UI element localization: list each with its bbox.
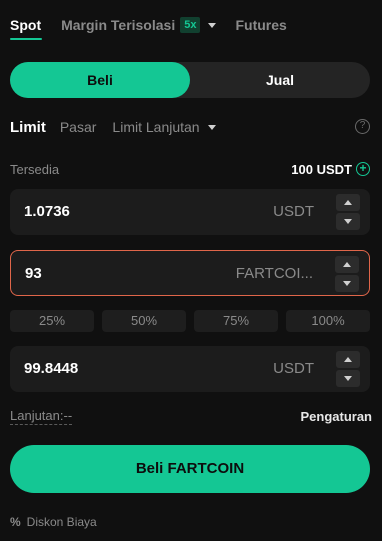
total-unit: USDT [273, 360, 314, 377]
order-type-limit[interactable]: Limit [10, 119, 46, 136]
total-decrement-button[interactable] [336, 370, 360, 387]
available-value: 100 USDT [291, 161, 352, 177]
chevron-down-icon [207, 124, 216, 130]
total-stepper [336, 351, 360, 387]
arrow-down-icon [344, 219, 352, 224]
sell-tab-button[interactable]: Jual [190, 62, 370, 98]
leverage-badge: 5x [180, 17, 201, 33]
amount-input[interactable]: 93 FARTCOI... [10, 250, 370, 296]
amount-stepper [335, 256, 359, 292]
tab-spot[interactable]: Spot [10, 17, 42, 40]
add-funds-icon[interactable]: + [356, 162, 370, 176]
price-decrement-button[interactable] [336, 213, 360, 230]
tab-futures-label: Futures [235, 17, 287, 33]
help-icon[interactable]: ? [355, 119, 370, 134]
price-stepper [336, 194, 360, 230]
buy-submit-button[interactable]: Beli FARTCOIN [10, 445, 370, 493]
order-type-market[interactable]: Pasar [60, 119, 97, 135]
price-unit: USDT [273, 203, 314, 220]
percent-icon: % [10, 515, 21, 529]
arrow-down-icon [344, 376, 352, 381]
percent-selector: 25% 50% 75% 100% [10, 310, 370, 332]
buy-sell-toggle: Beli Jual [10, 62, 370, 98]
market-tabs: Spot Margin Terisolasi 5x Futures [10, 10, 287, 40]
available-balance-row: Tersedia 100 USDT + [10, 160, 370, 178]
tab-spot-label: Spot [10, 17, 42, 33]
tab-futures[interactable]: Futures [235, 17, 286, 33]
total-input[interactable]: 99.8448 USDT [10, 346, 370, 392]
arrow-up-icon [344, 357, 352, 362]
available-balance: 100 USDT + [291, 162, 370, 177]
advanced-options-label[interactable]: Lanjutan:-- [10, 408, 73, 425]
amount-decrement-button[interactable] [335, 275, 359, 292]
amount-value[interactable]: 93 [25, 251, 42, 297]
total-value[interactable]: 99.8448 [24, 346, 78, 392]
tab-margin-isolated[interactable]: Margin Terisolasi 5x [61, 17, 217, 33]
percent-50-button[interactable]: 50% [102, 310, 186, 332]
price-value[interactable]: 1.0736 [24, 189, 70, 235]
order-type-advanced-limit[interactable]: Limit Lanjutan [112, 119, 216, 135]
amount-increment-button[interactable] [335, 256, 359, 273]
arrow-up-icon [343, 262, 351, 267]
settings-link[interactable]: Pengaturan [300, 409, 372, 424]
percent-75-button[interactable]: 75% [194, 310, 278, 332]
advanced-row: Lanjutan:-- Pengaturan [10, 406, 372, 426]
arrow-down-icon [343, 281, 351, 286]
buy-tab-button[interactable]: Beli [10, 62, 190, 98]
price-increment-button[interactable] [336, 194, 360, 211]
available-label: Tersedia [10, 161, 60, 177]
active-tab-underline [10, 38, 42, 40]
chevron-down-icon[interactable] [208, 22, 217, 28]
tab-margin-label: Margin Terisolasi [61, 17, 176, 33]
amount-unit: FARTCOI... [235, 265, 313, 282]
percent-25-button[interactable]: 25% [10, 310, 94, 332]
percent-100-button[interactable]: 100% [286, 310, 370, 332]
fee-discount-label: Diskon Biaya [26, 515, 97, 529]
price-input[interactable]: 1.0736 USDT [10, 189, 370, 235]
total-increment-button[interactable] [336, 351, 360, 368]
fee-discount-row[interactable]: % Diskon Biaya [10, 513, 97, 531]
arrow-up-icon [344, 200, 352, 205]
order-type-advanced-label: Limit Lanjutan [112, 119, 200, 135]
order-type-tabs: Limit Pasar Limit Lanjutan ? [10, 117, 372, 137]
